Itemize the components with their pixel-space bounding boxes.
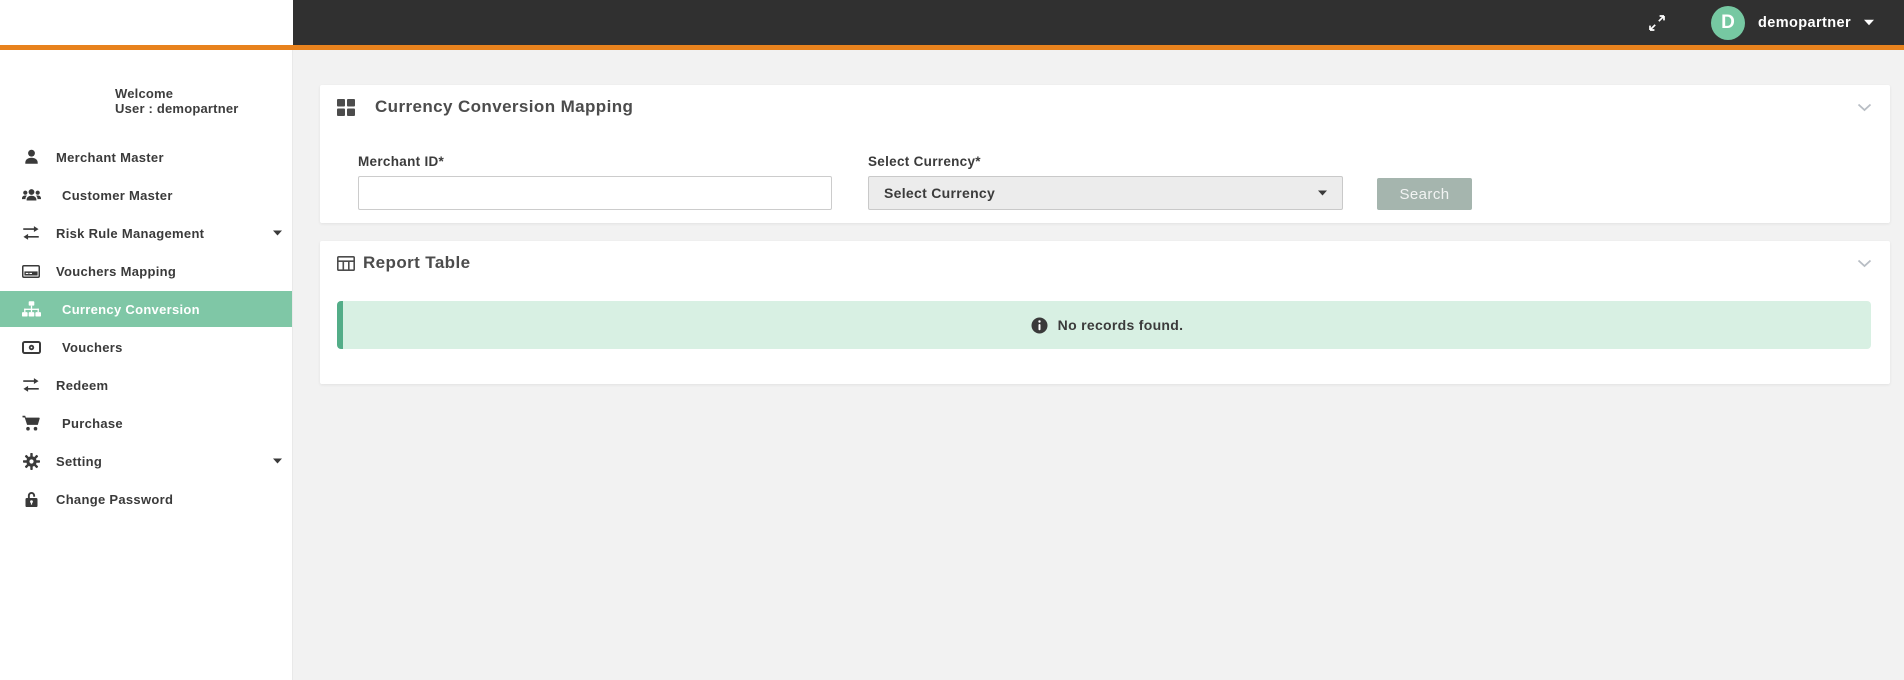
main-content: Currency Conversion Mapping Merchant ID*… <box>293 50 1904 680</box>
gear-icon <box>20 452 42 470</box>
currency-field-group: Select Currency* Select Currency <box>868 154 1343 210</box>
expand-arrows-icon[interactable] <box>1647 13 1667 33</box>
exchange-icon <box>20 377 42 393</box>
money-bill-icon <box>20 340 42 354</box>
panel-title: Report Table <box>363 253 471 272</box>
chevron-down-icon[interactable] <box>1857 259 1872 268</box>
merchant-id-input[interactable] <box>358 176 832 210</box>
panel-header: Currency Conversion Mapping <box>320 85 1890 117</box>
user-name: demopartner <box>1757 14 1851 31</box>
table-icon <box>337 255 355 271</box>
grid-icon <box>337 98 355 116</box>
user-menu[interactable]: D demopartner <box>1710 5 1874 40</box>
users-icon <box>20 187 42 203</box>
logo-area <box>0 0 293 45</box>
currency-label: Select Currency* <box>868 154 981 169</box>
panel-title: Currency Conversion Mapping <box>375 97 634 116</box>
sidebar-menu: Merchant Master Customer Master Risk Rul… <box>0 139 292 517</box>
sidebar-item-merchant-master[interactable]: Merchant Master <box>0 139 292 175</box>
sidebar-item-risk-rule-management[interactable]: Risk Rule Management <box>0 215 292 251</box>
sidebar-item-customer-master[interactable]: Customer Master <box>0 177 292 213</box>
sitemap-icon <box>20 301 42 317</box>
sidebar: Welcome User : demopartner Merchant Mast… <box>0 50 293 680</box>
exchange-icon <box>20 225 42 241</box>
lock-icon <box>20 491 42 508</box>
currency-conversion-mapping-panel: Currency Conversion Mapping Merchant ID*… <box>320 85 1890 223</box>
merchant-id-label: Merchant ID* <box>358 154 445 169</box>
currency-select[interactable]: Select Currency <box>868 176 1343 210</box>
chevron-down-icon[interactable] <box>1857 103 1872 112</box>
sidebar-item-vouchers-mapping[interactable]: Vouchers Mapping <box>0 253 292 289</box>
sidebar-item-setting[interactable]: Setting <box>0 443 292 479</box>
caret-down-icon <box>273 458 282 464</box>
welcome-user-line: User : demopartner <box>115 101 239 116</box>
caret-down-icon <box>1864 19 1874 26</box>
sidebar-item-vouchers[interactable]: Vouchers <box>0 329 292 365</box>
merchant-id-field-group: Merchant ID* <box>358 154 832 210</box>
currency-selected-value: Select Currency <box>884 185 996 201</box>
search-form: Merchant ID* Select Currency* Select Cur… <box>320 117 1890 223</box>
sidebar-item-redeem[interactable]: Redeem <box>0 367 292 403</box>
sidebar-item-currency-conversion[interactable]: Currency Conversion <box>0 291 292 327</box>
top-bar-main: D demopartner <box>293 0 1904 45</box>
report-body: No records found. <box>320 273 1890 384</box>
no-records-alert: No records found. <box>337 301 1871 349</box>
info-circle-icon <box>1031 317 1048 334</box>
credit-card-icon <box>20 264 42 278</box>
caret-down-icon <box>273 230 282 236</box>
top-bar: D demopartner <box>0 0 1904 45</box>
sidebar-item-purchase[interactable]: Purchase <box>0 405 292 441</box>
avatar: D <box>1710 5 1745 40</box>
panel-header: Report Table <box>320 241 1890 273</box>
cart-icon <box>20 415 42 431</box>
welcome-text: Welcome User : demopartner <box>115 86 292 116</box>
report-table-panel: Report Table No records found. <box>320 241 1890 384</box>
sidebar-item-change-password[interactable]: Change Password <box>0 481 292 517</box>
alert-message: No records found. <box>1057 317 1184 333</box>
caret-down-icon <box>1318 190 1327 196</box>
search-button[interactable]: Search <box>1377 178 1472 210</box>
user-icon <box>20 149 42 165</box>
welcome-line: Welcome <box>115 86 174 101</box>
